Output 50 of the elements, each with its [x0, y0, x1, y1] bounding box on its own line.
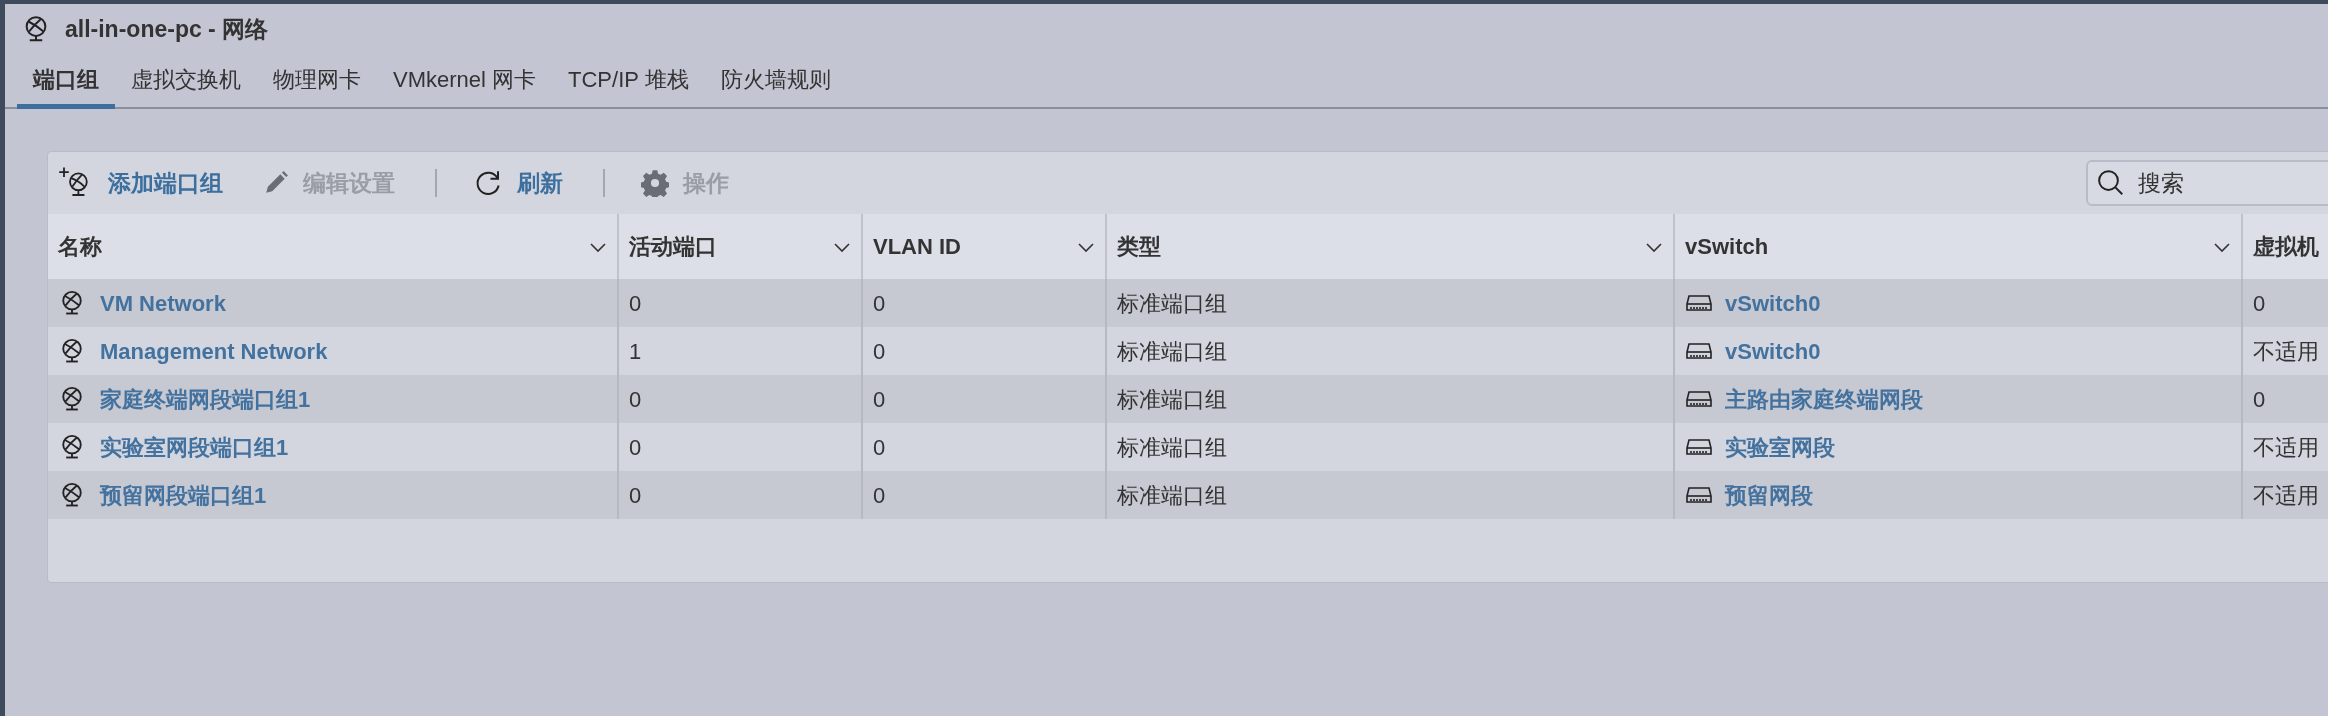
vswitch-link[interactable]: vSwitch0 — [1725, 334, 1821, 368]
port-group-link[interactable]: Management Network — [100, 334, 328, 368]
tab[interactable]: 物理网卡 — [257, 54, 377, 109]
port-group-link[interactable]: VM Network — [100, 286, 226, 320]
tab[interactable]: TCP/IP 堆栈 — [552, 54, 705, 109]
column-header[interactable]: 名称 — [48, 214, 618, 279]
table-cell: 1 — [618, 327, 862, 375]
table-cell: 0 — [862, 279, 1106, 327]
add-port-group-button[interactable]: 添加端口组 — [58, 165, 247, 201]
table-cell: 0 — [862, 375, 1106, 423]
table-cell: 0 — [862, 423, 1106, 471]
vswitch-link[interactable]: 预留网段 — [1725, 478, 1813, 512]
network-switch-icon — [1685, 292, 1713, 314]
column-header[interactable]: VLAN ID — [862, 214, 1106, 279]
table-cell: 不适用 — [2242, 423, 2328, 471]
table-cell: 0 — [2242, 279, 2328, 327]
table-cell: 0 — [862, 471, 1106, 519]
tab[interactable]: 防火墙规则 — [704, 54, 847, 109]
vswitch-link[interactable]: vSwitch0 — [1725, 286, 1821, 320]
tab[interactable]: 端口组 — [17, 54, 115, 109]
vswitch-link[interactable]: 实验室网段 — [1725, 430, 1835, 464]
search-field[interactable]: 搜索 — [2086, 160, 2328, 206]
table-cell: 标准端口组 — [1106, 375, 1674, 423]
table-cell: 0 — [618, 279, 862, 327]
column-header[interactable]: 活动端口 — [618, 214, 862, 279]
table-cell: 0 — [2242, 375, 2328, 423]
window-title: all-in-one-pc - 网络 — [65, 14, 269, 44]
table-cell: 0 — [618, 471, 862, 519]
tab[interactable]: 虚拟交换机 — [115, 54, 257, 109]
network-switch-icon — [1685, 436, 1713, 458]
table-cell: 0 — [618, 375, 862, 423]
network-switch-icon — [1685, 388, 1713, 410]
table-cell: 标准端口组 — [1106, 423, 1674, 471]
port-group-link[interactable]: 实验室网段端口组1 — [100, 430, 289, 464]
network-switch-icon — [1685, 340, 1713, 362]
table-cell: 标准端口组 — [1106, 327, 1674, 375]
gear-icon — [641, 169, 669, 197]
table-cell: 0 — [862, 327, 1106, 375]
refresh-button[interactable]: 刷新 — [473, 165, 587, 201]
network-switch-icon — [1685, 484, 1713, 506]
column-header[interactable]: 类型 — [1106, 214, 1674, 279]
table-cell: 不适用 — [2242, 327, 2328, 375]
table-cell: 不适用 — [2242, 471, 2328, 519]
table-cell: 0 — [618, 423, 862, 471]
column-header[interactable]: vSwitch — [1674, 214, 2242, 279]
table-cell: 标准端口组 — [1106, 471, 1674, 519]
column-header[interactable]: 虚拟机 — [2242, 214, 2328, 279]
tab[interactable]: VMkernel 网卡 — [377, 54, 553, 109]
table-cell: 标准端口组 — [1106, 279, 1674, 327]
pencil-icon — [263, 170, 289, 196]
